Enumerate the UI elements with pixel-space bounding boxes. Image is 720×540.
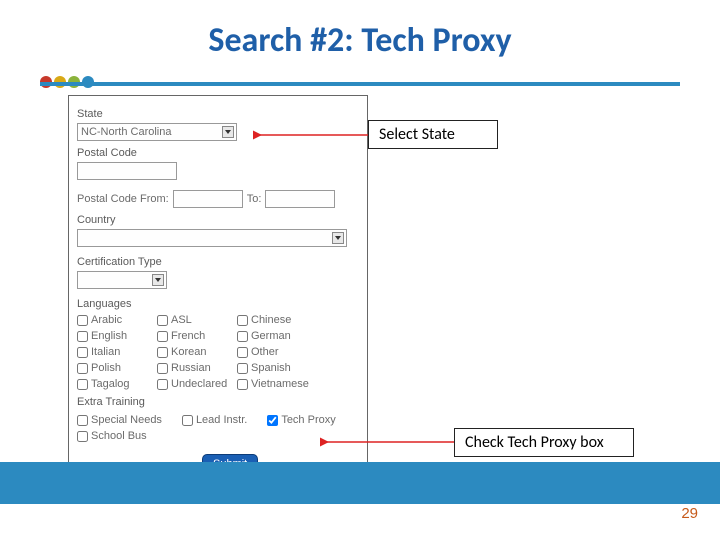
language-text: French: [171, 330, 205, 342]
language-box[interactable]: [237, 315, 248, 326]
country-label: Country: [77, 214, 359, 226]
title-underline: [40, 82, 680, 86]
language-checkbox[interactable]: Polish: [77, 362, 157, 374]
cert-type-select[interactable]: [77, 271, 167, 289]
language-text: Polish: [91, 362, 121, 374]
postal-code-input[interactable]: [77, 162, 177, 180]
school-bus-box[interactable]: [77, 431, 88, 442]
language-checkbox[interactable]: Undeclared: [157, 378, 237, 390]
language-text: English: [91, 330, 127, 342]
chevron-down-icon: [152, 274, 164, 286]
language-text: Korean: [171, 346, 206, 358]
chevron-down-icon: [332, 232, 344, 244]
language-box[interactable]: [77, 315, 88, 326]
language-text: Tagalog: [91, 378, 130, 390]
language-box[interactable]: [237, 363, 248, 374]
language-box[interactable]: [77, 331, 88, 342]
language-box[interactable]: [157, 315, 168, 326]
language-text: Other: [251, 346, 279, 358]
lead-instr-text: Lead Instr.: [196, 414, 247, 426]
language-text: ASL: [171, 314, 192, 326]
callout-select-state: Select State: [368, 120, 498, 149]
slide-title: Search #2: Tech Proxy: [0, 20, 720, 61]
school-bus-text: School Bus: [91, 430, 147, 442]
language-text: Arabic: [91, 314, 122, 326]
language-checkbox[interactable]: Vietnamese: [237, 378, 317, 390]
language-checkbox[interactable]: Russian: [157, 362, 237, 374]
language-box[interactable]: [77, 379, 88, 390]
postal-from-input[interactable]: [173, 190, 243, 208]
tech-proxy-checkbox[interactable]: Tech Proxy: [267, 414, 335, 426]
language-checkbox[interactable]: Tagalog: [77, 378, 157, 390]
language-box[interactable]: [237, 331, 248, 342]
postal-from-label: Postal Code From:: [77, 193, 169, 205]
language-checkbox[interactable]: French: [157, 330, 237, 342]
language-checkbox[interactable]: German: [237, 330, 317, 342]
extra-training-label: Extra Training: [77, 396, 359, 408]
languages-label: Languages: [77, 298, 359, 310]
language-box[interactable]: [157, 379, 168, 390]
chevron-down-icon: [222, 126, 234, 138]
language-checkbox[interactable]: Korean: [157, 346, 237, 358]
school-bus-checkbox[interactable]: School Bus: [77, 430, 359, 442]
language-checkbox[interactable]: Arabic: [77, 314, 157, 326]
language-text: Undeclared: [171, 378, 227, 390]
postal-to-label: To:: [247, 193, 262, 205]
state-select[interactable]: NC-North Carolina: [77, 123, 237, 141]
country-select[interactable]: [77, 229, 347, 247]
language-text: Italian: [91, 346, 120, 358]
postal-code-label: Postal Code: [77, 147, 359, 159]
language-checkbox[interactable]: Spanish: [237, 362, 317, 374]
lead-instr-checkbox[interactable]: Lead Instr.: [182, 414, 247, 426]
tech-proxy-box[interactable]: [267, 415, 278, 426]
footer-band: [0, 462, 720, 504]
lead-instr-box[interactable]: [182, 415, 193, 426]
language-box[interactable]: [77, 363, 88, 374]
language-text: German: [251, 330, 291, 342]
language-text: Spanish: [251, 362, 291, 374]
language-box[interactable]: [157, 331, 168, 342]
callout-check-tech-proxy: Check Tech Proxy box: [454, 428, 634, 457]
language-text: Chinese: [251, 314, 291, 326]
language-text: Russian: [171, 362, 211, 374]
language-text: Vietnamese: [251, 378, 309, 390]
extra-training-row: Special Needs Lead Instr. Tech Proxy: [77, 414, 359, 426]
page-number: 29: [681, 505, 698, 522]
cert-type-label: Certification Type: [77, 256, 359, 268]
language-checkbox[interactable]: Italian: [77, 346, 157, 358]
state-label: State: [77, 108, 359, 120]
arrow-check-tech-proxy: [320, 437, 454, 451]
languages-grid: Arabic ASL Chinese English French German Itali…: [77, 314, 359, 390]
special-needs-text: Special Needs: [91, 414, 162, 426]
language-box[interactable]: [157, 363, 168, 374]
tech-proxy-text: Tech Proxy: [281, 414, 335, 426]
language-box[interactable]: [157, 347, 168, 358]
language-checkbox[interactable]: English: [77, 330, 157, 342]
special-needs-box[interactable]: [77, 415, 88, 426]
language-checkbox[interactable]: Chinese: [237, 314, 317, 326]
postal-to-input[interactable]: [265, 190, 335, 208]
language-box[interactable]: [237, 347, 248, 358]
arrow-select-state: [253, 130, 368, 144]
language-checkbox[interactable]: ASL: [157, 314, 237, 326]
special-needs-checkbox[interactable]: Special Needs: [77, 414, 162, 426]
language-box[interactable]: [237, 379, 248, 390]
language-checkbox[interactable]: Other: [237, 346, 317, 358]
language-box[interactable]: [77, 347, 88, 358]
state-value: NC-North Carolina: [81, 126, 171, 138]
